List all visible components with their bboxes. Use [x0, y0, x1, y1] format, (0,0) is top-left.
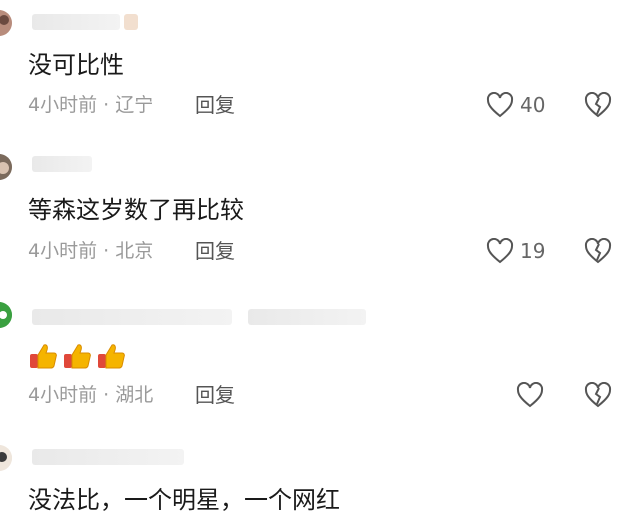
username-blurred[interactable] [32, 309, 232, 325]
user-badge [124, 14, 138, 30]
reply-button[interactable]: 回复 [195, 383, 235, 407]
comment-item: 4小时前 · 湖北 回复 [0, 285, 640, 435]
comment-item: 没可比性 4小时前 · 辽宁 回复 40 [0, 0, 640, 140]
username-blurred[interactable] [32, 14, 120, 30]
meta-separator: · [103, 384, 110, 406]
dislike-button[interactable] [584, 92, 612, 118]
comment-item: 没法比，一个明星，一个网红 [0, 435, 640, 520]
comment-text: 等森这岁数了再比较 [28, 196, 244, 224]
comment-item: 等森这岁数了再比较 4小时前 · 北京 回复 19 [0, 140, 640, 285]
comment-location: 北京 [115, 240, 154, 262]
like-button[interactable]: 19 [486, 238, 545, 264]
thumbs-up-icon [96, 341, 126, 371]
comment-location: 湖北 [115, 384, 154, 406]
broken-heart-icon [584, 238, 612, 264]
thumbs-up-icon [28, 341, 58, 371]
like-count: 40 [520, 93, 546, 117]
username-blurred-extra [248, 309, 366, 325]
reply-button[interactable]: 回复 [195, 93, 235, 117]
comment-text: 没可比性 [28, 51, 124, 79]
avatar[interactable] [0, 445, 12, 471]
comment-meta: 4小时前 · 北京 [28, 239, 153, 263]
avatar[interactable] [0, 10, 12, 36]
comment-meta: 4小时前 · 辽宁 [28, 93, 153, 117]
like-count: 19 [520, 239, 546, 263]
username-blurred[interactable] [32, 156, 92, 172]
like-button[interactable]: 40 [486, 92, 545, 118]
username-blurred[interactable] [32, 449, 184, 465]
dislike-button[interactable] [584, 238, 612, 264]
comment-time: 4小时前 [28, 240, 98, 262]
meta-separator: · [103, 94, 110, 116]
dislike-button[interactable] [584, 382, 612, 408]
comment-emoji-row [28, 340, 130, 371]
broken-heart-icon [584, 382, 612, 408]
comment-location: 辽宁 [115, 94, 154, 116]
reply-button[interactable]: 回复 [195, 239, 235, 263]
heart-outline-icon [486, 238, 514, 264]
heart-outline-icon [486, 92, 514, 118]
comment-meta: 4小时前 · 湖北 [28, 383, 153, 407]
broken-heart-icon [584, 92, 612, 118]
comment-time: 4小时前 [28, 94, 98, 116]
comment-time: 4小时前 [28, 384, 98, 406]
heart-outline-icon [516, 382, 544, 408]
thumbs-up-icon [62, 341, 92, 371]
avatar[interactable] [0, 302, 12, 328]
comment-text: 没法比，一个明星，一个网红 [28, 486, 340, 514]
avatar[interactable] [0, 154, 12, 180]
like-button[interactable] [516, 382, 544, 408]
meta-separator: · [103, 240, 110, 262]
